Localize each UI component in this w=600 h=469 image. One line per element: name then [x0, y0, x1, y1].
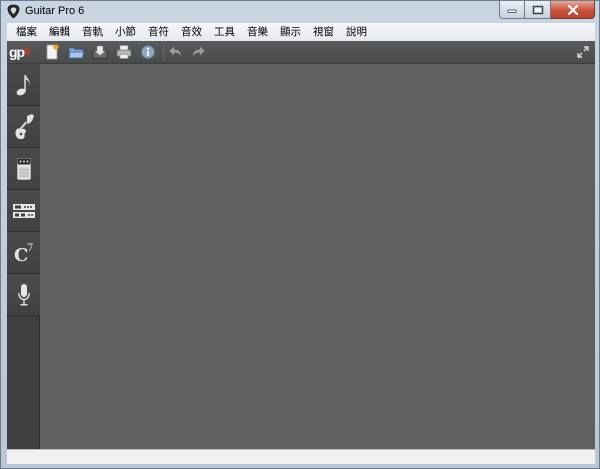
redo-icon: [193, 46, 205, 56]
maximize-button[interactable]: [525, 1, 551, 19]
main-toolbar: gp6: [7, 41, 595, 64]
new-document-icon: [46, 44, 59, 60]
window-title: Guitar Pro 6: [25, 5, 85, 17]
menu-view[interactable]: 顯示: [274, 23, 307, 41]
menu-help[interactable]: 說明: [340, 23, 373, 41]
close-icon: [567, 4, 578, 15]
maximize-icon: [532, 5, 543, 14]
close-button[interactable]: [551, 1, 595, 19]
toolbar-separator: [163, 44, 164, 61]
logo-text: gp: [9, 44, 25, 60]
undo-button[interactable]: [167, 43, 185, 61]
menu-effects[interactable]: 音效: [175, 23, 208, 41]
expand-icon: [577, 46, 589, 58]
panel-chord-button[interactable]: C 7: [7, 232, 40, 274]
undo-icon: [169, 46, 181, 56]
music-note-icon: [16, 74, 30, 95]
panel-notation-button[interactable]: [7, 64, 40, 106]
app-window: Guitar Pro 6 檔案 編輯 音軌 小節 音符 音效 工具 音樂 顯示 …: [0, 0, 600, 469]
guitar-pick-icon: [6, 4, 21, 19]
rack-effects-icon: [12, 203, 35, 218]
chord-icon: C 7: [14, 243, 33, 264]
redo-button[interactable]: [189, 43, 207, 61]
menu-edit[interactable]: 編輯: [43, 23, 76, 41]
save-icon: [92, 45, 108, 59]
open-file-button[interactable]: [67, 43, 85, 61]
save-file-button[interactable]: [91, 43, 109, 61]
printer-icon: [116, 45, 132, 59]
menu-bar-measure[interactable]: 小節: [109, 23, 142, 41]
menu-window[interactable]: 視窗: [307, 23, 340, 41]
menu-file[interactable]: 檔案: [10, 23, 43, 41]
amplifier-icon: [16, 157, 31, 180]
new-file-button[interactable]: [43, 43, 61, 61]
open-folder-icon: [68, 47, 85, 59]
microphone-icon: [17, 283, 30, 305]
guitar-icon: [15, 113, 34, 139]
chord-superscript: 7: [27, 243, 33, 254]
fullscreen-button[interactable]: [577, 46, 589, 58]
status-bar: [7, 449, 595, 464]
gp6-logo: gp6: [9, 44, 35, 61]
logo-version: 6: [24, 46, 30, 58]
menu-track[interactable]: 音軌: [76, 23, 109, 41]
menu-bar: 檔案 編輯 音軌 小節 音符 音效 工具 音樂 顯示 視窗 說明: [7, 23, 595, 41]
info-button[interactable]: [139, 43, 157, 61]
menu-sound[interactable]: 音樂: [241, 23, 274, 41]
score-workspace[interactable]: [40, 64, 595, 449]
panel-amp-button[interactable]: [7, 148, 40, 190]
title-bar[interactable]: Guitar Pro 6: [1, 1, 599, 23]
minimize-icon: [507, 9, 517, 13]
side-panel-bar: C 7: [7, 64, 40, 449]
minimize-button[interactable]: [499, 1, 525, 19]
menu-tools[interactable]: 工具: [208, 23, 241, 41]
info-icon: [141, 45, 155, 59]
panel-microphone-button[interactable]: [7, 274, 40, 316]
panel-instrument-button[interactable]: [7, 106, 40, 148]
menu-note[interactable]: 音符: [142, 23, 175, 41]
window-controls: [499, 1, 595, 19]
print-button[interactable]: [115, 43, 133, 61]
panel-rack-button[interactable]: [7, 190, 40, 232]
